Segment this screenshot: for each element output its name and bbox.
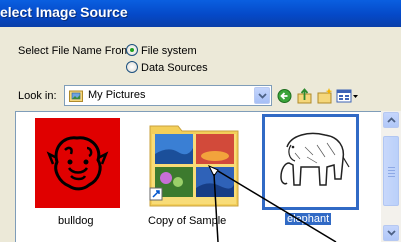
- chevron-up-icon: [387, 117, 396, 123]
- annotation-pointer-lines: [207, 164, 337, 242]
- scroll-thumb[interactable]: [383, 136, 399, 206]
- chevron-down-icon: [387, 230, 396, 236]
- vertical-scrollbar[interactable]: [381, 111, 401, 242]
- scroll-up-button[interactable]: [383, 112, 399, 128]
- scroll-down-button[interactable]: [383, 225, 399, 241]
